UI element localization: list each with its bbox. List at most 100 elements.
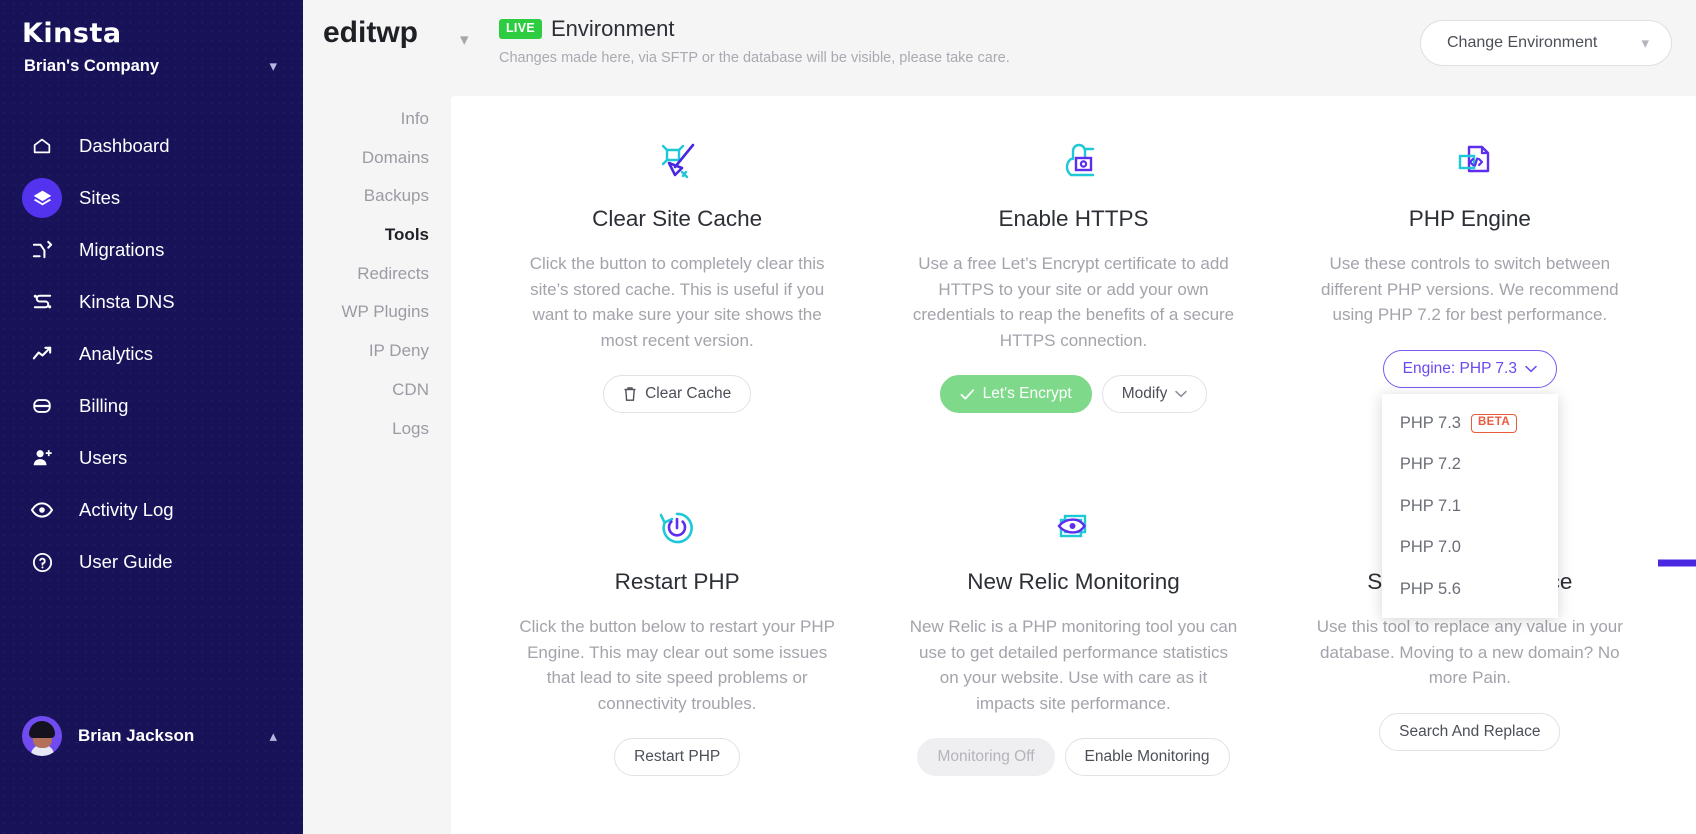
card-title: Restart PHP: [614, 569, 740, 594]
php-version-option-7-0[interactable]: PHP 7.0: [1382, 527, 1558, 569]
sidebar-item-users[interactable]: Users: [0, 432, 303, 484]
card-description: New Relic is a PHP monitoring tool you c…: [909, 617, 1238, 713]
subnav-item-redirects[interactable]: Redirects: [303, 255, 451, 294]
change-environment-button[interactable]: Change Environment ▾: [1420, 20, 1672, 66]
dns-icon: [22, 282, 62, 322]
chevron-up-icon: ▴: [269, 728, 277, 745]
site-chevron-down-icon[interactable]: ▾: [460, 30, 469, 50]
card-actions: Monitoring Off Enable Monitoring: [899, 738, 1247, 776]
subnav-item-ip-deny[interactable]: IP Deny: [303, 332, 451, 371]
user-menu[interactable]: Brian Jackson ▴: [0, 716, 303, 756]
environment-info: LIVE Environment Changes made here, via …: [499, 16, 1010, 66]
chevron-down-icon: [1175, 390, 1188, 398]
primary-sidebar: Kinsta Brian's Company ▾ Dashboard Sites…: [0, 0, 303, 834]
company-switcher[interactable]: Brian's Company ▾: [0, 49, 303, 76]
card-description: Click the button below to restart your P…: [519, 617, 835, 713]
sidebar-item-activity-log[interactable]: Activity Log: [0, 484, 303, 536]
eye-icon: [22, 490, 62, 530]
button-label: Enable Monitoring: [1084, 748, 1210, 765]
beta-badge: BETA: [1470, 414, 1518, 433]
card-actions: Restart PHP: [503, 738, 851, 776]
restart-php-button[interactable]: Restart PHP: [614, 738, 741, 776]
environment-title: Environment: [550, 16, 675, 41]
php-version-option-7-1[interactable]: PHP 7.1: [1382, 486, 1558, 528]
modify-button[interactable]: Modify: [1101, 375, 1208, 413]
chevron-down-icon: ▾: [269, 58, 277, 75]
card-title: New Relic Monitoring: [967, 569, 1180, 594]
option-label: PHP 5.6: [1399, 579, 1461, 598]
brand: Kinsta: [0, 0, 303, 49]
button-label: Monitoring Off: [937, 748, 1035, 765]
sidebar-item-migrations[interactable]: Migrations: [0, 224, 303, 276]
php-version-option-7-3[interactable]: PHP 7.3 BETA: [1382, 403, 1558, 445]
broom-icon: [503, 132, 851, 198]
button-label: Search And Replace: [1399, 722, 1541, 740]
tools-grid-row-1: Clear Site Cache Click the button to com…: [451, 96, 1696, 618]
page-title: editwp: [323, 16, 418, 49]
button-label: Restart PHP: [634, 748, 721, 765]
restart-power-icon: [503, 495, 851, 561]
card-enable-https: Enable HTTPS Use a free Let’s Encrypt ce…: [875, 124, 1271, 413]
subnav-item-backups[interactable]: Backups: [303, 177, 451, 216]
avatar: [22, 716, 62, 756]
button-label: Clear Cache: [645, 385, 732, 402]
subnav-item-cdn[interactable]: CDN: [303, 371, 451, 410]
card-actions: Clear Cache: [503, 375, 851, 413]
php-version-option-5-6[interactable]: PHP 5.6: [1382, 569, 1558, 611]
lets-encrypt-button[interactable]: Let's Encrypt: [939, 375, 1092, 413]
card-description: Use this tool to replace any value in yo…: [1316, 617, 1623, 687]
chevron-down-icon: ▾: [1641, 35, 1649, 52]
card-description: Use these controls to switch between dif…: [1321, 254, 1619, 324]
option-label: PHP 7.0: [1399, 538, 1461, 557]
sidebar-item-label: Billing: [79, 395, 129, 416]
subnav-item-info[interactable]: Info: [303, 100, 451, 139]
subnav-item-domains[interactable]: Domains: [303, 139, 451, 178]
monitoring-eye-icon: [899, 495, 1247, 561]
subnav-item-logs[interactable]: Logs: [303, 410, 451, 449]
card-title: Enable HTTPS: [998, 206, 1149, 231]
unlocked-padlock-icon: [899, 132, 1247, 198]
sidebar-item-billing[interactable]: Billing: [0, 380, 303, 432]
enable-monitoring-button[interactable]: Enable Monitoring: [1064, 738, 1230, 776]
card-title: Clear Site Cache: [592, 206, 763, 231]
sidebar-item-label: Analytics: [79, 343, 154, 364]
card-actions: Search And Replace: [1296, 712, 1644, 751]
sidebar-nav: Dashboard Sites Migrations Kinsta DNS An…: [0, 120, 303, 588]
card-restart-php: Restart PHP Click the button below to re…: [479, 487, 875, 776]
status-badge: LIVE: [499, 19, 542, 39]
sidebar-item-sites[interactable]: Sites: [0, 172, 303, 224]
button-label: Modify: [1121, 385, 1168, 402]
option-label: PHP 7.3: [1399, 413, 1461, 432]
sidebar-item-label: Activity Log: [79, 499, 174, 520]
sidebar-item-label: Migrations: [79, 239, 165, 260]
analytics-icon: [22, 334, 62, 374]
user-plus-icon: [22, 438, 62, 478]
code-file-icon: [1296, 132, 1644, 198]
php-version-dropdown[interactable]: PHP 7.3 BETA PHP 7.2 PHP 7.1 PHP 7.0 PHP…: [1381, 393, 1558, 618]
php-version-option-7-2[interactable]: PHP 7.2: [1382, 444, 1558, 486]
annotation-arrow-right-icon: [1658, 552, 1696, 574]
main-region: editwp ▾ LIVE Environment Changes made h…: [303, 0, 1696, 834]
sidebar-item-dashboard[interactable]: Dashboard: [0, 120, 303, 172]
chevron-down-icon: [1525, 365, 1537, 373]
search-and-replace-button[interactable]: Search And Replace: [1379, 712, 1561, 751]
subnav-item-tools[interactable]: Tools: [303, 216, 451, 255]
top-header: editwp ▾ LIVE Environment Changes made h…: [303, 0, 1696, 96]
button-label: Let's Encrypt: [982, 385, 1072, 402]
card-php-engine: PHP Engine Use these controls to switch …: [1272, 124, 1668, 618]
sidebar-item-analytics[interactable]: Analytics: [0, 328, 303, 380]
site-subnav: Info Domains Backups Tools Redirects WP …: [303, 0, 451, 834]
sidebar-item-label: Sites: [79, 187, 121, 208]
card-actions: Let's Encrypt Modify: [899, 375, 1247, 413]
card-actions: Engine: PHP 7.3 PHP 7.3 BETA PHP 7.2 PHP…: [1296, 349, 1644, 618]
php-engine-select-button[interactable]: Engine: PHP 7.3: [1382, 349, 1557, 388]
clear-cache-button[interactable]: Clear Cache: [603, 375, 752, 413]
kinsta-logo: Kinsta: [22, 18, 122, 49]
sidebar-item-user-guide[interactable]: User Guide: [0, 536, 303, 588]
sidebar-item-label: Dashboard: [79, 135, 170, 156]
button-label: Engine: PHP 7.3: [1402, 359, 1517, 377]
sidebar-item-label: Kinsta DNS: [79, 291, 175, 312]
sidebar-item-label: Users: [79, 447, 128, 468]
subnav-item-wp-plugins[interactable]: WP Plugins: [303, 293, 451, 332]
sidebar-item-kinsta-dns[interactable]: Kinsta DNS: [0, 276, 303, 328]
